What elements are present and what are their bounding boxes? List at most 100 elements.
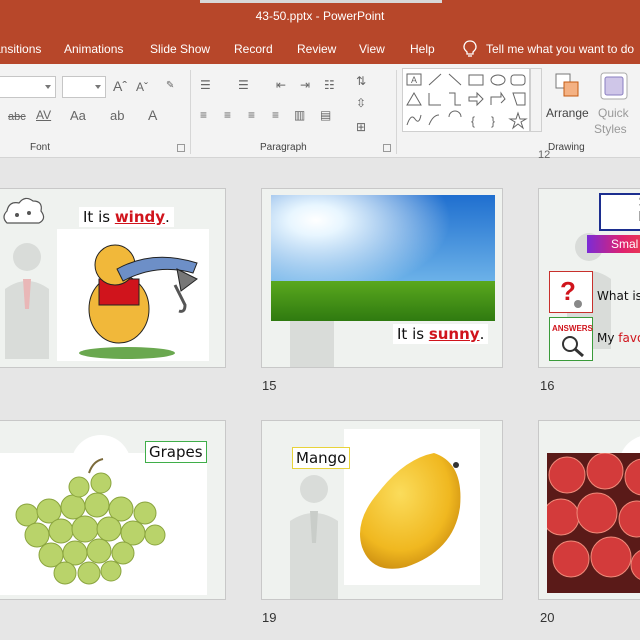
tell-me-search[interactable]: Tell me what you want to do xyxy=(462,40,634,58)
lightbulb-icon xyxy=(463,40,477,57)
title-bar: 43-50.pptx - PowerPoint xyxy=(0,0,640,34)
arrange-button[interactable]: Arrange xyxy=(546,106,589,120)
rambutan-picture xyxy=(547,453,640,593)
slide-highlight-word: sunny xyxy=(428,325,480,343)
question-mark-icon: ? xyxy=(560,276,582,308)
tab-animations[interactable]: Animations xyxy=(64,42,123,56)
align-center-icon[interactable]: ≡ xyxy=(224,108,231,122)
answers-picture: ANSWERS xyxy=(549,317,593,361)
font-group-label: Font xyxy=(30,142,51,153)
window-title: 43-50.pptx - PowerPoint xyxy=(255,9,385,23)
ribbon-tabs: ansitions Animations Slide Show Record R… xyxy=(0,34,640,64)
separator xyxy=(190,70,191,154)
quick-styles-label-1[interactable]: Quick xyxy=(598,106,629,120)
font-color-icon[interactable]: A xyxy=(148,107,157,123)
slide-thumbnail[interactable]: It is sunny. xyxy=(261,188,503,368)
slide-thumbnail[interactable]: It is windy. xyxy=(0,188,226,368)
slide-sorter: 12 It is windy. It is sunny. 15 Smal ? W… xyxy=(0,149,640,640)
align-right-icon[interactable]: ≡ xyxy=(248,108,255,122)
font-name-dropdown[interactable] xyxy=(0,76,56,98)
shapes-icon: A { } xyxy=(406,73,528,130)
justify-icon[interactable]: ≡ xyxy=(272,108,279,122)
bullets-icon[interactable]: ☰ xyxy=(200,78,211,92)
quick-styles-icon xyxy=(600,72,628,100)
title-line-1: Se xyxy=(601,195,640,210)
slide-text-prefix: It is xyxy=(83,208,115,226)
quick-styles-label-2[interactable]: Styles xyxy=(594,122,627,136)
slide-number: 20 xyxy=(540,610,555,625)
drawing-group-label: Drawing xyxy=(548,142,585,153)
gradient-banner: Smal xyxy=(587,235,640,253)
tab-review[interactable]: Review xyxy=(297,42,336,56)
ribbon-body: Aˆ Aˇ ✎ abc AV Aa ab A Font ☰ ☰ ⇤ ⇥ ☷ ⇅ … xyxy=(0,64,640,158)
pooh-picture xyxy=(57,229,209,361)
grapes-icon xyxy=(15,458,166,585)
slide-thumbnail[interactable] xyxy=(538,420,640,600)
tab-view[interactable]: View xyxy=(359,42,385,56)
paragraph-group-label: Paragraph xyxy=(260,142,307,153)
title-box: Se Pri xyxy=(599,193,640,231)
svg-text:?: ? xyxy=(560,276,576,306)
distributed-icon[interactable]: ▥ xyxy=(294,108,305,122)
presenter-figure-icon xyxy=(290,475,338,599)
clear-format-icon[interactable]: ✎ xyxy=(166,80,174,91)
question-text: What is xyxy=(597,289,640,303)
svg-text:{: { xyxy=(471,114,475,128)
tab-record[interactable]: Record xyxy=(234,42,273,56)
line-spacing-icon[interactable]: ☷ xyxy=(324,78,335,92)
shapes-gallery[interactable]: A { } xyxy=(402,68,530,132)
fruit-label: Grapes xyxy=(145,441,207,463)
decrease-indent-icon[interactable]: ⇤ xyxy=(276,78,286,92)
slide-text-prefix: It is xyxy=(397,325,429,343)
shrink-font-icon[interactable]: Aˇ xyxy=(136,80,148,94)
slide-thumbnail[interactable]: Se Pri Smal ? What is ANSWERS My favo xyxy=(538,188,640,368)
char-spacing-icon[interactable]: AV xyxy=(36,108,51,122)
presenter-figure-icon xyxy=(5,243,49,359)
slide-text-suffix: . xyxy=(165,208,170,226)
pooh-bear-icon xyxy=(79,244,198,359)
arrange-icon xyxy=(555,73,579,97)
text-direction-icon[interactable]: ⇅ xyxy=(356,74,366,88)
title-line-2: Pri xyxy=(601,210,640,225)
change-case-icon[interactable]: Aa xyxy=(70,108,86,123)
grow-font-icon[interactable]: Aˆ xyxy=(113,78,127,94)
tab-transitions[interactable]: ansitions xyxy=(0,42,41,56)
columns-icon[interactable]: ▤ xyxy=(320,108,331,122)
svg-text:A: A xyxy=(411,75,417,85)
highlight-icon[interactable]: ab xyxy=(110,108,124,123)
slide-number: 15 xyxy=(262,378,277,393)
answer-word: favo xyxy=(618,331,640,345)
smartart-icon[interactable]: ⊞ xyxy=(356,120,366,134)
slide-number: 16 xyxy=(540,378,555,393)
sunny-field-picture xyxy=(271,195,495,321)
answers-label: ANSWERS xyxy=(552,324,593,333)
svg-text:}: } xyxy=(491,114,495,128)
slide-thumbnail[interactable]: Mango xyxy=(261,420,503,600)
strikethrough-icon[interactable]: abc xyxy=(8,111,26,123)
fruit-label: Mango xyxy=(292,447,351,469)
align-text-icon[interactable]: ⇳ xyxy=(356,96,366,110)
wind-cloud-icon xyxy=(3,197,45,224)
answer-prefix: My xyxy=(597,331,619,345)
mango-icon xyxy=(360,453,461,569)
grapes-picture xyxy=(0,453,207,595)
slide-highlight-word: windy xyxy=(114,208,166,226)
increase-indent-icon[interactable]: ⇥ xyxy=(300,78,310,92)
tab-help[interactable]: Help xyxy=(410,42,435,56)
numbering-icon[interactable]: ☰ xyxy=(238,78,249,92)
slide-number-partial: 12 xyxy=(538,149,551,161)
mango-picture xyxy=(344,429,480,585)
answer-text: My favo xyxy=(597,331,640,345)
separator xyxy=(396,70,397,154)
font-dialog-launcher[interactable] xyxy=(177,144,185,152)
align-left-icon[interactable]: ≡ xyxy=(200,108,207,122)
tab-slide-show[interactable]: Slide Show xyxy=(150,42,210,56)
tell-me-text: Tell me what you want to do xyxy=(486,42,635,56)
slide-text: It is sunny. xyxy=(393,324,489,344)
paragraph-dialog-launcher[interactable] xyxy=(383,144,391,152)
gallery-scroll[interactable] xyxy=(530,68,542,132)
slide-number: 19 xyxy=(262,610,277,625)
slide-thumbnail[interactable]: Grapes xyxy=(0,420,226,600)
font-size-dropdown[interactable] xyxy=(62,76,106,98)
magnifier-icon xyxy=(562,336,584,358)
